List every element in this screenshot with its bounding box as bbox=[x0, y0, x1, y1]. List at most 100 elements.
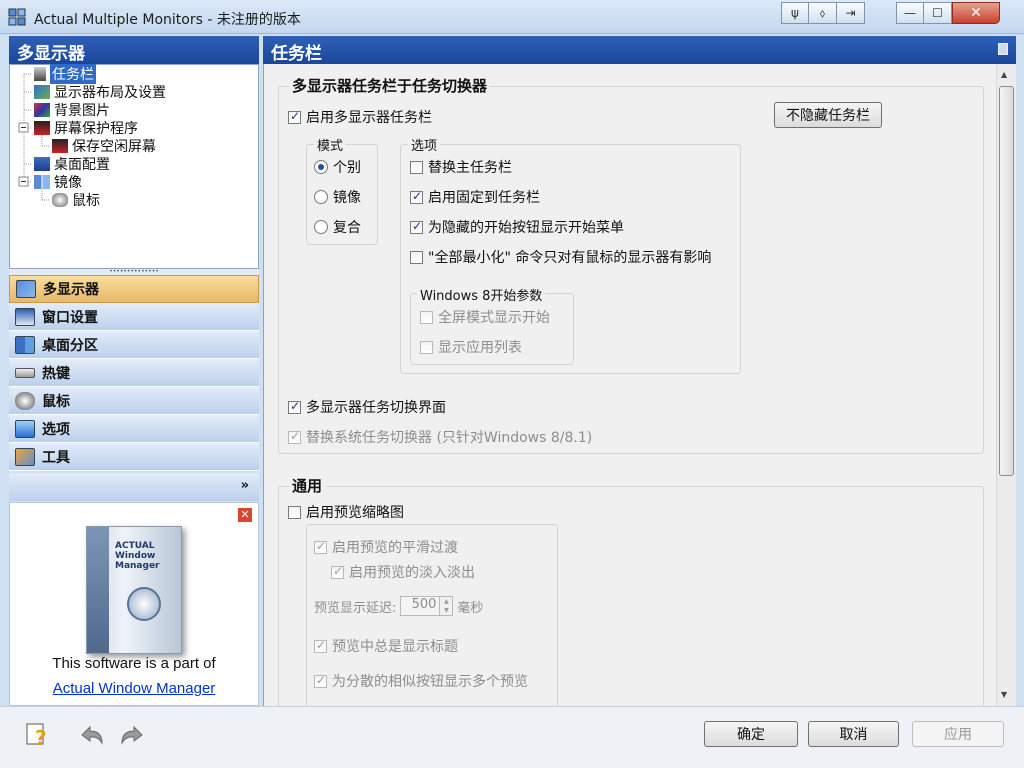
promo-panel: ✕ ACTUAL Window Manager This software is… bbox=[9, 502, 259, 706]
show-app-list-checkbox[interactable]: 显示应用列表 bbox=[420, 337, 522, 357]
scroll-up-icon[interactable]: ▲ bbox=[1001, 70, 1007, 79]
preview-delay-input[interactable]: 500 bbox=[400, 596, 441, 616]
enable-pin-checkbox[interactable]: 启用固定到任务栏 bbox=[410, 187, 540, 207]
tree-item-screensaver[interactable]: 屏幕保护程序 bbox=[34, 119, 138, 137]
apply-button[interactable]: 应用 bbox=[912, 721, 1004, 747]
scroll-down-icon[interactable]: ▼ bbox=[1001, 690, 1007, 699]
screensaver-icon bbox=[34, 121, 50, 135]
smooth-transition-checkbox[interactable]: 启用预览的平滑过渡 bbox=[314, 537, 458, 557]
checkbox-box bbox=[420, 310, 433, 324]
promo-close-icon[interactable]: ✕ bbox=[238, 508, 252, 522]
nav-options[interactable]: 选项 bbox=[9, 415, 259, 443]
mirror-icon bbox=[34, 175, 50, 189]
delay-stepper[interactable]: ▲ ▼ bbox=[440, 596, 454, 616]
fade-checkbox[interactable]: 启用预览的淡入淡出 bbox=[331, 562, 475, 582]
mouse-icon bbox=[15, 391, 35, 410]
replace-main-taskbar-checkbox[interactable]: 替换主任务栏 bbox=[410, 157, 512, 177]
promo-link[interactable]: Actual Window Manager bbox=[10, 680, 258, 697]
tree-item-desktop-config[interactable]: 桌面配置 bbox=[34, 155, 110, 173]
undo-icon[interactable] bbox=[78, 721, 106, 749]
settings-tree[interactable]: 任务栏 显示器布局及设置 背景图片 屏幕保护程序 保存空闲屏幕 桌面配置 镜像 … bbox=[9, 64, 259, 269]
title-bar: Actual Multiple Monitors - 未注册的版本 ψ ⬨ ⇥ … bbox=[0, 0, 1024, 34]
enable-preview-checkbox[interactable]: 启用预览缩略图 bbox=[288, 502, 404, 522]
options-icon bbox=[15, 419, 35, 438]
redo-icon[interactable] bbox=[118, 721, 146, 749]
box-title: ACTUAL Window Manager bbox=[115, 541, 160, 571]
window-settings-icon bbox=[15, 307, 35, 326]
options-title: 选项 bbox=[408, 135, 441, 154]
checkbox-box bbox=[314, 638, 327, 653]
keyboard-icon bbox=[15, 367, 35, 378]
minimize-button[interactable]: — bbox=[896, 2, 924, 24]
pin-panel-icon[interactable] bbox=[998, 43, 1008, 55]
scroll-thumb[interactable] bbox=[999, 86, 1014, 476]
no-hide-taskbar-button[interactable]: 不隐藏任务栏 bbox=[774, 102, 882, 128]
nav-mouse[interactable]: 鼠标 bbox=[9, 387, 259, 415]
checkbox-box bbox=[410, 160, 423, 174]
mode-radio-composite[interactable]: 复合 bbox=[314, 217, 361, 237]
nav-hotkeys[interactable]: 热键 bbox=[9, 359, 259, 387]
tree-item-taskbar[interactable]: 任务栏 bbox=[34, 64, 96, 84]
desktop-icon bbox=[34, 157, 50, 171]
monitor-layout-icon bbox=[34, 85, 50, 99]
radio-dot bbox=[314, 160, 328, 174]
product-box-image: ACTUAL Window Manager bbox=[86, 526, 182, 654]
settings-content: 多显示器任务栏于任务切换器 启用多显示器任务栏 不隐藏任务栏 模式 个别 镜像 … bbox=[263, 64, 996, 706]
task-switcher-checkbox[interactable]: 多显示器任务切换界面 bbox=[288, 397, 446, 417]
idle-screen-icon bbox=[52, 139, 68, 153]
help-icon[interactable]: ? bbox=[24, 721, 52, 749]
tree-item-background[interactable]: 背景图片 bbox=[34, 101, 110, 119]
tree-item-idle-screen[interactable]: 保存空闲屏幕 bbox=[52, 137, 156, 155]
tree-item-mouse[interactable]: 鼠标 bbox=[52, 191, 100, 209]
window-title: Actual Multiple Monitors - 未注册的版本 bbox=[34, 12, 301, 28]
nav-multi-monitor[interactable]: 多显示器 bbox=[9, 275, 259, 303]
ok-button[interactable]: 确定 bbox=[704, 721, 798, 747]
taskbar-icon bbox=[34, 67, 46, 81]
replace-system-switcher-checkbox[interactable]: 替换系统任务切换器 (只针对Windows 8/8.1) bbox=[288, 427, 592, 447]
tree-item-mirror[interactable]: 镜像 bbox=[34, 173, 82, 191]
checkbox-box bbox=[331, 564, 344, 579]
checkbox-box bbox=[288, 505, 301, 519]
desktop-divider-icon bbox=[15, 335, 35, 354]
extra-caption-buttons: ψ ⬨ ⇥ bbox=[781, 2, 865, 26]
multi-preview-checkbox[interactable]: 为分散的相似按钮显示多个预览 bbox=[314, 671, 528, 691]
win8-title: Windows 8开始参数 bbox=[417, 285, 546, 304]
mode-radio-individual[interactable]: 个别 bbox=[314, 157, 361, 177]
window-controls: — ☐ ✕ bbox=[896, 2, 1000, 26]
fullscreen-start-checkbox[interactable]: 全屏模式显示开始 bbox=[420, 307, 550, 327]
cancel-button[interactable]: 取消 bbox=[808, 721, 899, 747]
mode-radio-mirror[interactable]: 镜像 bbox=[314, 187, 361, 207]
always-show-title-checkbox[interactable]: 预览中总是显示标题 bbox=[314, 636, 458, 656]
pin-icon[interactable]: ψ bbox=[781, 2, 809, 24]
page-title: 任务栏 bbox=[263, 36, 1016, 64]
checkbox-box bbox=[420, 340, 433, 354]
checkbox-box bbox=[410, 250, 423, 264]
vertical-scrollbar[interactable]: ▲ ▼ bbox=[996, 64, 1016, 706]
radio-dot bbox=[314, 220, 328, 234]
nav-more-button[interactable]: » bbox=[9, 473, 259, 501]
nav-tools[interactable]: 工具 bbox=[9, 443, 259, 471]
tools-icon bbox=[15, 447, 35, 466]
checkbox-box bbox=[314, 673, 327, 688]
app-icon bbox=[8, 8, 26, 26]
svg-text:?: ? bbox=[35, 726, 47, 749]
maximize-button[interactable]: ☐ bbox=[924, 2, 952, 24]
checkbox-box bbox=[314, 539, 327, 554]
start-menu-hidden-button-checkbox[interactable]: 为隐藏的开始按钮显示开始菜单 bbox=[410, 217, 624, 237]
mouse-icon bbox=[52, 193, 68, 207]
left-pane-title: 多显示器 bbox=[9, 36, 259, 64]
checkbox-box bbox=[288, 399, 301, 414]
enable-taskbar-checkbox[interactable]: 启用多显示器任务栏 bbox=[288, 107, 432, 127]
radio-dot bbox=[314, 190, 328, 204]
pan-icon[interactable]: ⬨ bbox=[809, 2, 837, 24]
nav-window-settings[interactable]: 窗口设置 bbox=[9, 303, 259, 331]
nav-desktop-divider[interactable]: 桌面分区 bbox=[9, 331, 259, 359]
tree-item-monitor-layout[interactable]: 显示器布局及设置 bbox=[34, 83, 166, 101]
promo-text: This software is a part of bbox=[52, 655, 216, 672]
close-button[interactable]: ✕ bbox=[952, 2, 1000, 24]
restore-icon[interactable]: ⇥ bbox=[837, 2, 865, 24]
checkbox-box bbox=[288, 429, 301, 444]
preview-delay-row: 预览显示延迟: 500 ▲ ▼ 毫秒 bbox=[314, 596, 484, 616]
box-spine bbox=[87, 527, 109, 653]
minimize-all-checkbox[interactable]: "全部最小化" 命令只对有鼠标的显示器有影响 bbox=[410, 247, 711, 267]
